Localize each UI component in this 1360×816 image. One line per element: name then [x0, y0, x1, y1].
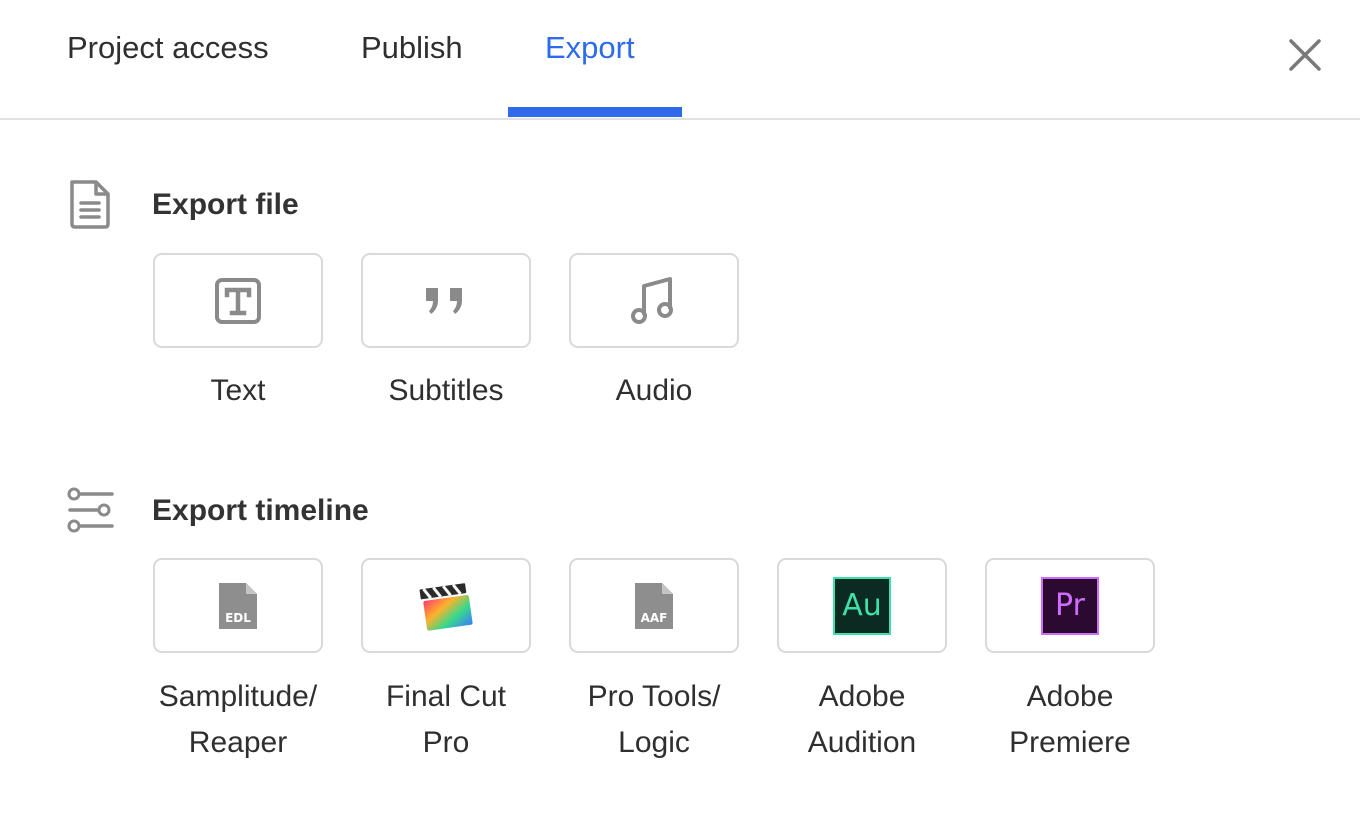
aaf-file-icon: AAF [635, 582, 673, 629]
tab-publish[interactable]: Publish [361, 30, 463, 66]
export-samplitude-reaper-label: Samplitude/ Reaper [158, 680, 318, 759]
export-file-title: Export file [152, 188, 299, 221]
close-button[interactable] [1283, 33, 1327, 77]
tab-export[interactable]: Export [545, 30, 635, 66]
timeline-sliders-icon [66, 486, 116, 539]
adobe-audition-icon: Au [833, 576, 891, 635]
music-note-icon [631, 276, 673, 324]
export-pro-tools-logic-label: Pro Tools/ Logic [587, 680, 721, 759]
svg-text:AAF: AAF [641, 611, 668, 625]
tab-bar: Project access Publish Export [0, 0, 1360, 120]
svg-text:EDL: EDL [225, 611, 251, 625]
export-audio-label: Audio [615, 374, 693, 407]
export-text-label: Text [210, 374, 266, 407]
close-icon [1289, 39, 1321, 71]
export-timeline-title: Export timeline [152, 494, 369, 527]
export-adobe-premiere-button[interactable]: Pr [985, 558, 1155, 653]
tab-project-access[interactable]: Project access [67, 30, 269, 66]
export-text-button[interactable] [153, 253, 323, 348]
adobe-premiere-icon: Pr [1041, 576, 1099, 635]
export-audio-button[interactable] [569, 253, 739, 348]
export-adobe-premiere-label: Adobe Premiere [1009, 680, 1131, 759]
export-subtitles-label: Subtitles [388, 374, 504, 407]
quote-icon [426, 287, 462, 314]
text-format-icon [215, 277, 261, 324]
export-subtitles-button[interactable] [361, 253, 531, 348]
export-pro-tools-logic-button[interactable]: AAF [569, 558, 739, 653]
final-cut-pro-icon [419, 582, 473, 631]
document-icon [66, 178, 114, 235]
active-tab-indicator [508, 107, 682, 117]
edl-file-icon: EDL [219, 582, 257, 629]
export-samplitude-reaper-button[interactable]: EDL [153, 558, 323, 653]
export-adobe-audition-label: Adobe Audition [807, 680, 917, 759]
export-final-cut-pro-label: Final Cut Pro [385, 680, 507, 759]
export-final-cut-pro-button[interactable] [361, 558, 531, 653]
export-adobe-audition-button[interactable]: Au [777, 558, 947, 653]
